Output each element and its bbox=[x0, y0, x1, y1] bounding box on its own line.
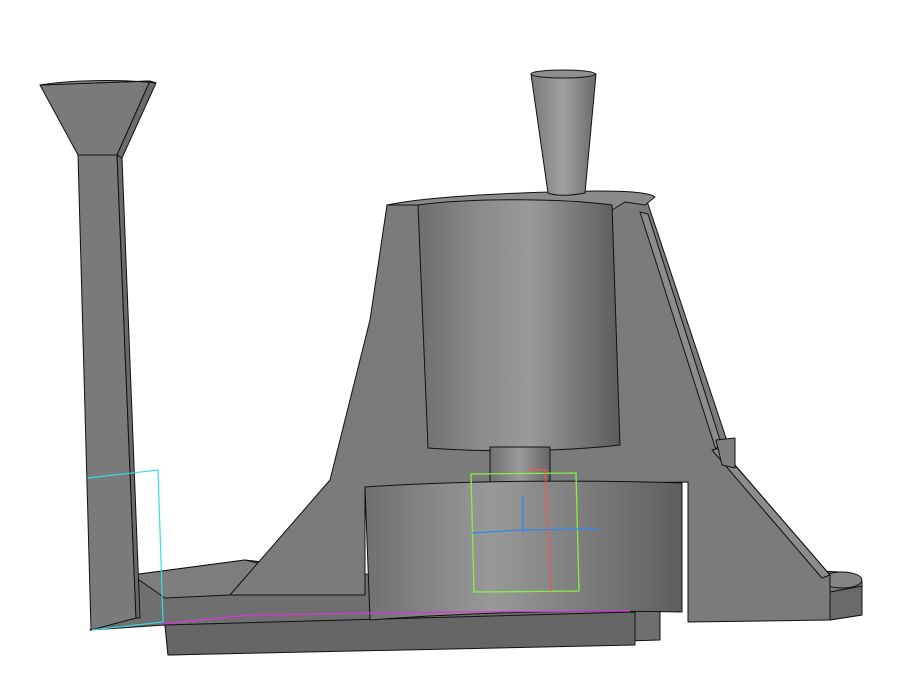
sprue-funnel[interactable] bbox=[39, 80, 157, 159]
top-cone-riser[interactable] bbox=[530, 69, 597, 196]
sprue-channel[interactable] bbox=[77, 154, 141, 631]
cylinder-core[interactable] bbox=[417, 199, 621, 452]
3d-viewport[interactable] bbox=[0, 0, 919, 699]
connector-shaft[interactable] bbox=[489, 446, 551, 486]
model-canvas[interactable] bbox=[0, 0, 919, 699]
